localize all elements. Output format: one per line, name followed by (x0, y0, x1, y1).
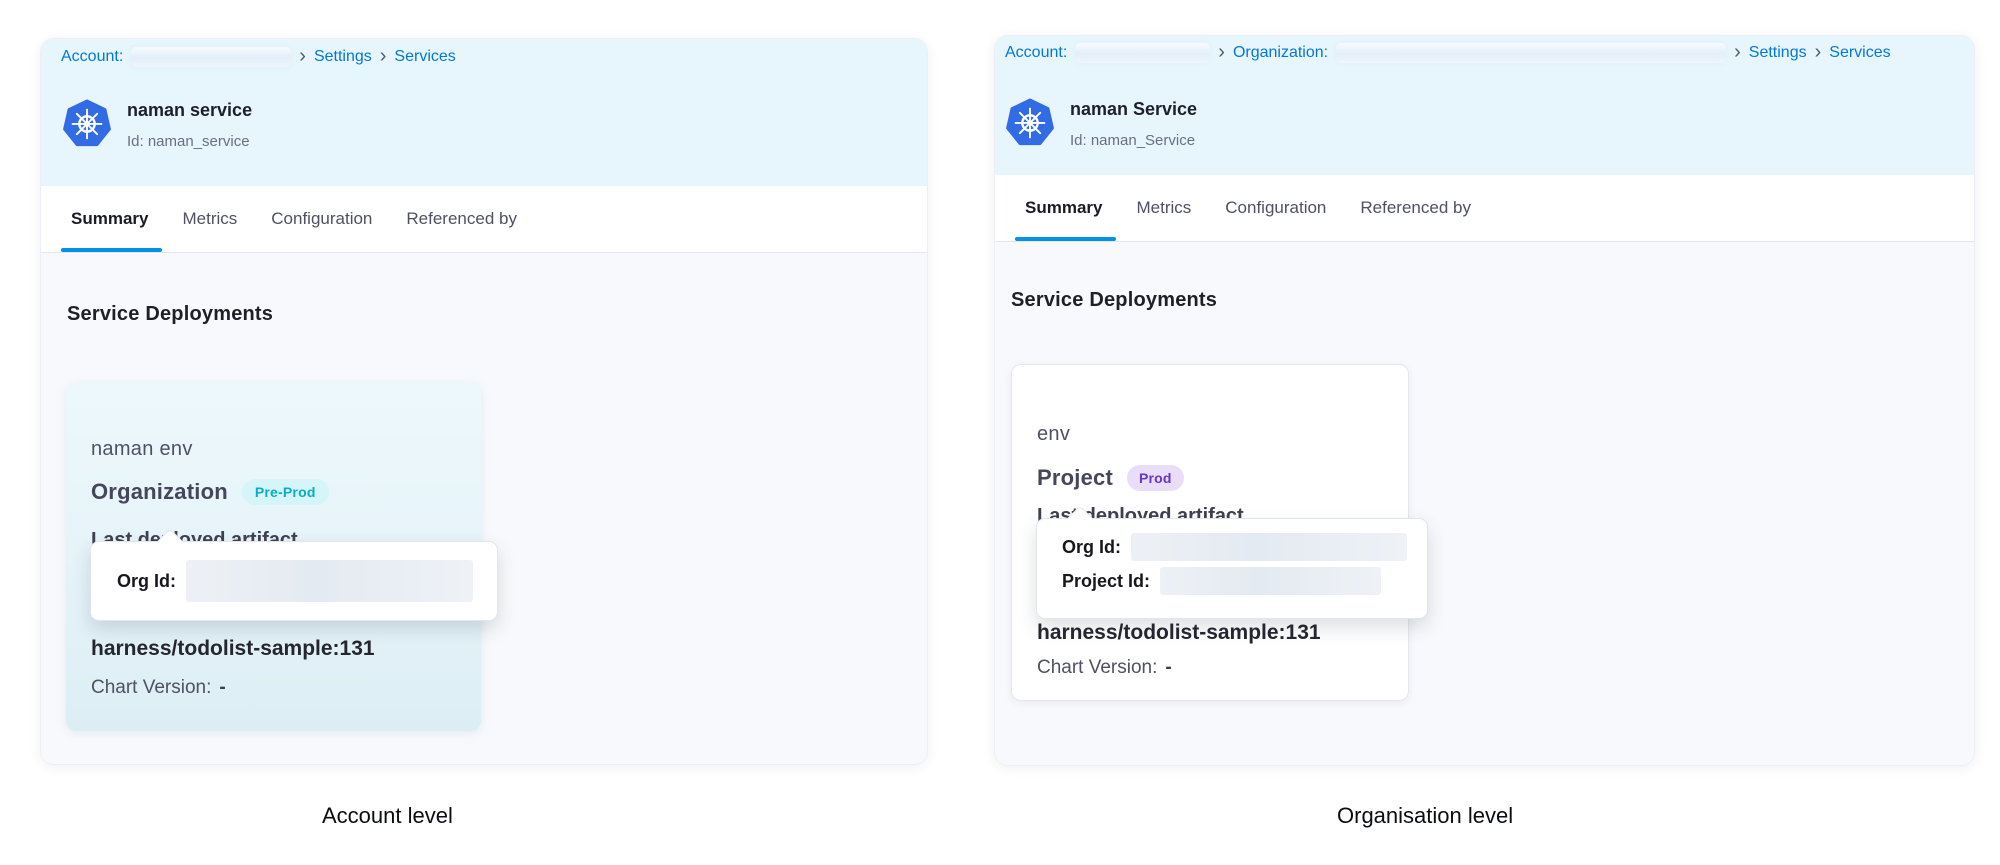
service-name: naman Service (1070, 99, 1197, 120)
kubernetes-icon (63, 97, 111, 149)
tab-configuration[interactable]: Configuration (271, 186, 372, 252)
tab-summary[interactable]: Summary (1025, 175, 1102, 241)
artifact-name: harness/todolist-sample:131 (91, 637, 375, 661)
redacted-organization-name (1336, 43, 1726, 63)
chart-version-value: - (219, 677, 225, 698)
organisation-level-caption: Organisation level (1337, 803, 1513, 829)
tooltip-row: Org Id: (91, 542, 497, 620)
account-level-panel: Account: › Settings › Services (40, 38, 928, 765)
service-name: naman service (127, 100, 252, 121)
chart-version: Chart Version:- (1037, 657, 1172, 679)
environment-name: naman env (91, 438, 193, 461)
chevron-right-icon: › (1815, 42, 1822, 65)
tab-metrics[interactable]: Metrics (182, 186, 237, 252)
breadcrumb: Account: › Settings › Services (61, 45, 456, 69)
chevron-right-icon: › (1734, 42, 1741, 65)
chart-version-value: - (1165, 657, 1171, 678)
tab-bar: Summary Metrics Configuration Referenced… (995, 175, 1974, 242)
organisation-level-panel: Account: › Organization: › Settings › Se… (994, 35, 1975, 766)
redacted-account-name (1075, 43, 1210, 63)
redacted-account-name (131, 47, 291, 67)
service-title-block: naman service Id: naman_service (127, 97, 252, 150)
summary-tab-content: Service Deployments naman env Organizati… (41, 253, 927, 764)
org-id-label: Org Id: (117, 571, 176, 592)
redacted-org-id-value (186, 560, 473, 602)
breadcrumb-account-link[interactable]: Account: (61, 48, 123, 66)
tab-metrics[interactable]: Metrics (1136, 175, 1191, 241)
scope-row: Project Prod (1037, 465, 1184, 491)
artifact-name: harness/todolist-sample:131 (1037, 621, 1321, 645)
breadcrumb-organization-link[interactable]: Organization: (1233, 44, 1328, 62)
screenshot-stage: Account: › Settings › Services (0, 0, 2000, 865)
env-type-badge: Prod (1127, 465, 1184, 491)
service-id: Id: naman_service (127, 133, 252, 150)
chevron-right-icon: › (380, 46, 387, 69)
kubernetes-icon (1006, 96, 1054, 148)
env-type-badge: Pre-Prod (242, 479, 329, 505)
chart-version-label: Chart Version: (1037, 657, 1157, 678)
tab-referenced-by[interactable]: Referenced by (1360, 175, 1471, 241)
breadcrumb-settings-link[interactable]: Settings (314, 48, 372, 66)
breadcrumb-services-link[interactable]: Services (394, 48, 455, 66)
environment-name: env (1037, 423, 1070, 446)
chart-version: Chart Version:- (91, 677, 226, 699)
service-title-row: naman Service Id: naman_Service (1006, 96, 1197, 149)
redacted-project-id-value (1160, 567, 1381, 595)
section-title: Service Deployments (1011, 289, 1217, 312)
chevron-right-icon: › (1218, 42, 1225, 65)
scope-row: Organization Pre-Prod (91, 479, 329, 505)
org-id-label: Org Id: (1062, 537, 1121, 558)
scope-label[interactable]: Organization (91, 479, 228, 505)
service-header: Account: › Organization: › Settings › Se… (995, 36, 1974, 175)
org-project-id-tooltip: Org Id: Project Id: (1036, 518, 1428, 619)
tab-referenced-by[interactable]: Referenced by (406, 186, 517, 252)
breadcrumb-settings-link[interactable]: Settings (1749, 44, 1807, 62)
account-level-caption: Account level (322, 803, 453, 829)
tab-configuration[interactable]: Configuration (1225, 175, 1326, 241)
tooltip-row: Org Id: (1062, 533, 1407, 561)
breadcrumb: Account: › Organization: › Settings › Se… (1005, 41, 1891, 65)
service-header: Account: › Settings › Services (41, 39, 927, 186)
tab-bar: Summary Metrics Configuration Referenced… (41, 186, 927, 253)
breadcrumb-services-link[interactable]: Services (1829, 44, 1890, 62)
project-id-label: Project Id: (1062, 571, 1150, 592)
tab-summary[interactable]: Summary (71, 186, 148, 252)
breadcrumb-account-link[interactable]: Account: (1005, 44, 1067, 62)
redacted-org-id-value (1131, 533, 1407, 561)
section-title: Service Deployments (67, 303, 273, 326)
chart-version-label: Chart Version: (91, 677, 211, 698)
service-id: Id: naman_Service (1070, 132, 1197, 149)
service-title-row: naman service Id: naman_service (63, 97, 252, 150)
org-id-tooltip: Org Id: (90, 541, 498, 621)
chevron-right-icon: › (299, 46, 306, 69)
scope-label[interactable]: Project (1037, 465, 1113, 491)
summary-tab-content: Service Deployments env Project Prod Las… (995, 242, 1974, 765)
tooltip-row: Project Id: (1062, 567, 1407, 595)
service-title-block: naman Service Id: naman_Service (1070, 96, 1197, 149)
